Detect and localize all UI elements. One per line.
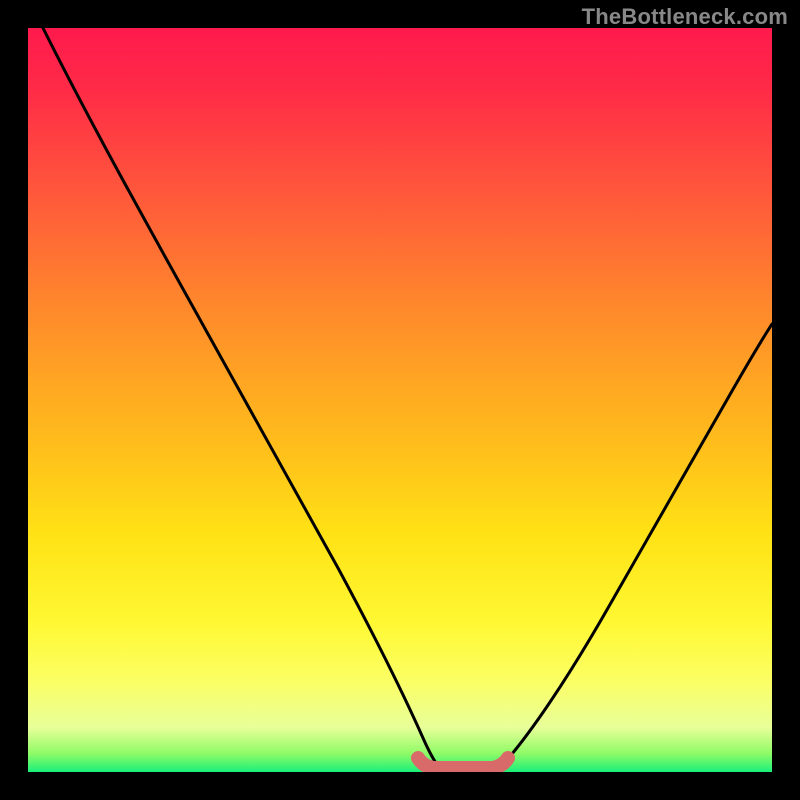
chart-frame: TheBottleneck.com: [0, 0, 800, 800]
right-curve: [498, 324, 772, 770]
attribution-label: TheBottleneck.com: [582, 4, 788, 30]
optimal-zone-marker: [418, 758, 508, 768]
left-curve: [43, 28, 441, 770]
plot-area: [28, 28, 772, 772]
curve-layer: [28, 28, 772, 772]
